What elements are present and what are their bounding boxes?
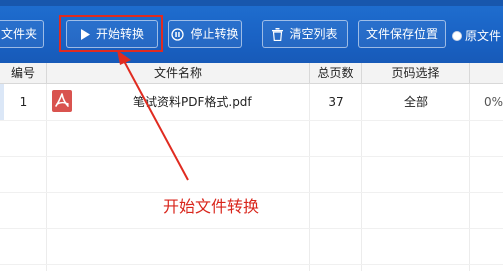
clear-list-button[interactable]: 清空列表 (262, 20, 348, 48)
column-header-pages[interactable]: 总页数 (310, 63, 362, 83)
cell-file-name: 笔试资料PDF格式.pdf (47, 84, 310, 120)
pause-icon (171, 27, 185, 41)
clear-list-label: 清空列表 (289, 27, 338, 41)
table-row[interactable]: 1 笔试资料PDF格式.pdf 37 全部 0% (0, 84, 503, 120)
cell-total-pages: 37 (328, 95, 344, 109)
grid-line (0, 264, 503, 265)
cell-index: 1 (19, 95, 28, 109)
column-header-index[interactable]: 编号 (0, 63, 47, 83)
radio-circle-icon (452, 30, 462, 41)
cell-page-range[interactable]: 全部 (362, 84, 470, 120)
start-button-highlight-box (59, 15, 163, 52)
file-name-text: 笔试资料PDF格式.pdf (133, 95, 252, 109)
grid-line (0, 120, 503, 121)
stop-convert-label: 停止转换 (190, 27, 239, 41)
cell-progress: 0% (484, 95, 503, 109)
radio-original-label: 原文件 (465, 29, 502, 43)
add-folder-button[interactable]: 加文件夹 (0, 20, 44, 48)
radio-original-folder[interactable]: 原文件 (452, 27, 501, 44)
save-location-label: 文件保存位置 (365, 27, 438, 41)
table-header: 编号 文件名称 总页数 页码选择 (0, 63, 503, 84)
stop-convert-button[interactable]: 停止转换 (168, 20, 242, 48)
grid-line (0, 228, 503, 229)
save-location-button[interactable]: 文件保存位置 (358, 20, 446, 48)
toolbar-top-edge (0, 0, 503, 6)
grid-line (0, 156, 503, 157)
trash-icon (272, 27, 284, 41)
add-folder-label: 加文件夹 (0, 27, 37, 41)
column-header-progress[interactable] (470, 63, 503, 83)
column-header-range[interactable]: 页码选择 (362, 63, 470, 83)
annotation-text: 开始文件转换 (163, 197, 260, 216)
column-header-name[interactable]: 文件名称 (47, 63, 310, 83)
